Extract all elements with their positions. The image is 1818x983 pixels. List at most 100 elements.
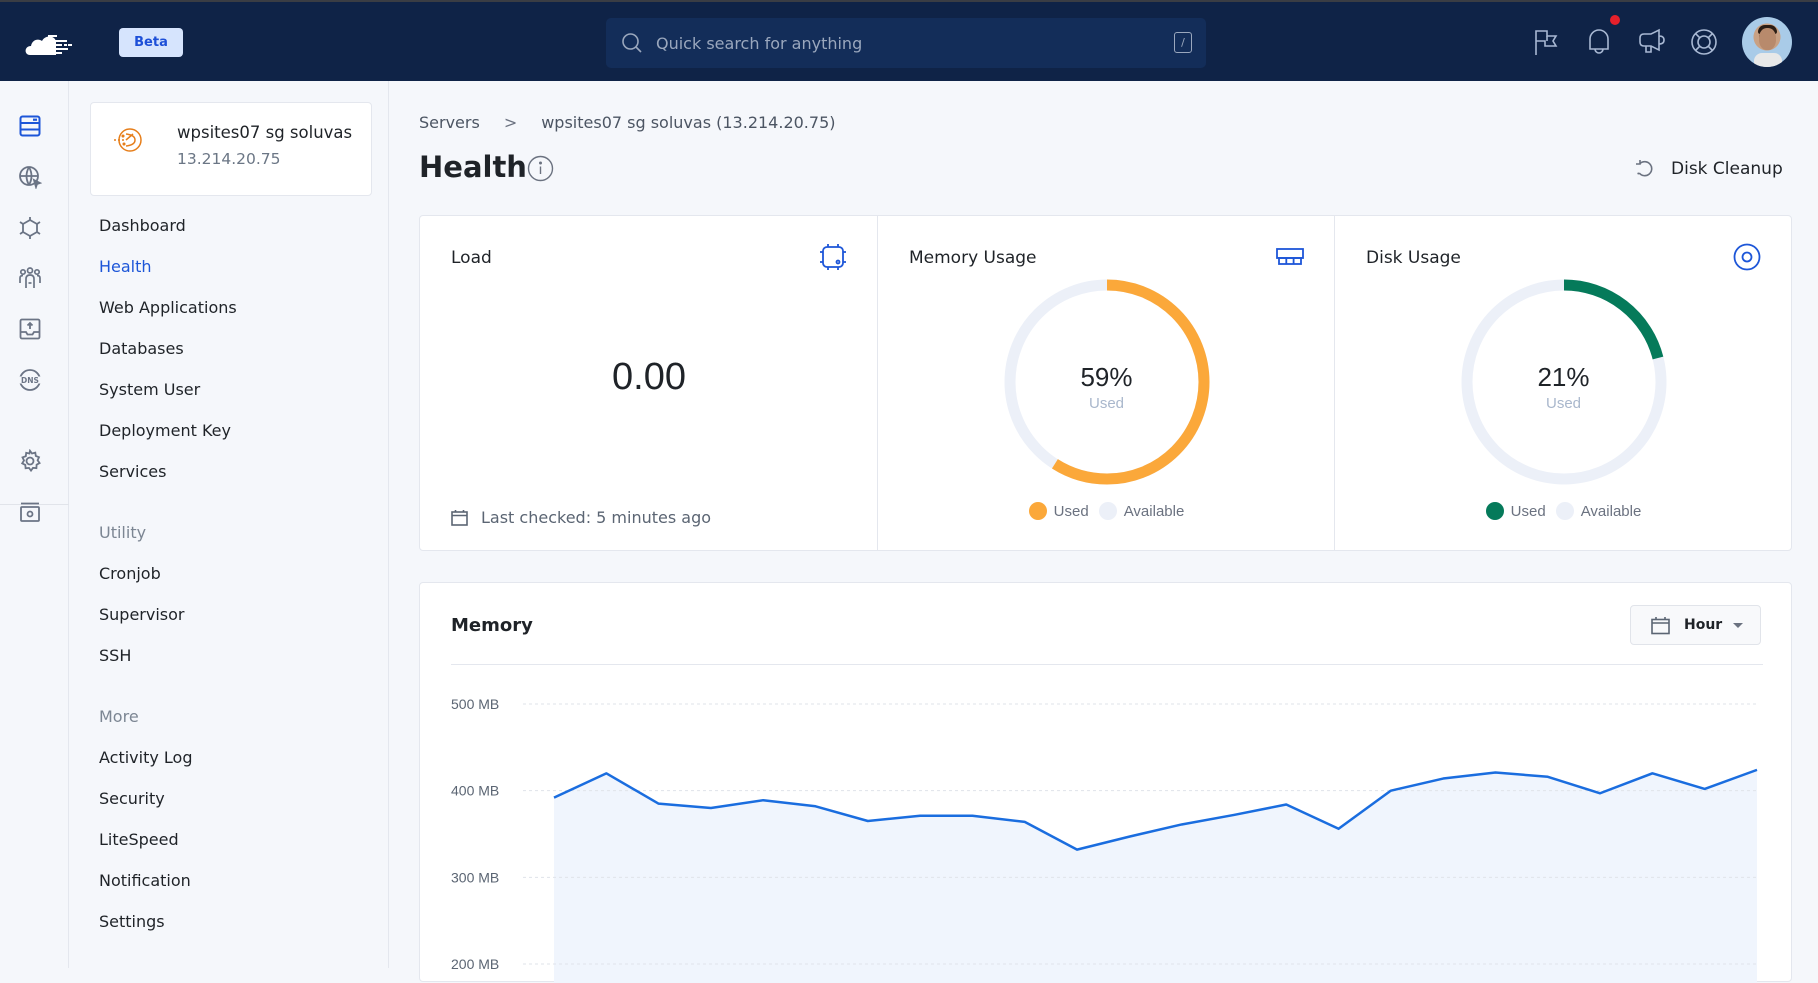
search-input[interactable] bbox=[656, 28, 1136, 58]
memory-data-point[interactable] bbox=[813, 803, 819, 809]
search-shortcut-hint: / bbox=[1174, 32, 1192, 53]
ram-icon bbox=[1276, 248, 1304, 265]
settings-icon[interactable] bbox=[18, 449, 42, 473]
page-title: Health bbox=[419, 150, 527, 184]
support-button[interactable] bbox=[1688, 26, 1720, 58]
memory-data-point[interactable] bbox=[1022, 819, 1028, 825]
dns-icon[interactable]: DNS bbox=[18, 368, 42, 392]
billing-icon[interactable] bbox=[18, 500, 42, 524]
avatar-shirt bbox=[1754, 53, 1782, 67]
nav-security[interactable]: Security bbox=[99, 789, 165, 808]
memory-data-point[interactable] bbox=[708, 805, 714, 811]
breadcrumb: Servers > wpsites07 sg soluvas (13.214.2… bbox=[419, 113, 835, 132]
quick-search[interactable]: / bbox=[606, 18, 1206, 68]
breadcrumb-separator: > bbox=[503, 113, 518, 132]
memory-data-point[interactable] bbox=[1283, 802, 1289, 808]
disk-percent: 21% bbox=[1537, 362, 1590, 392]
memory-data-point[interactable] bbox=[917, 813, 923, 819]
backup-icon[interactable] bbox=[18, 317, 42, 341]
server-card[interactable]: wpsites07 sg soluvas 13.214.20.75 bbox=[90, 102, 372, 196]
server-ip: 13.214.20.75 bbox=[177, 150, 281, 168]
user-avatar[interactable] bbox=[1742, 17, 1792, 67]
beta-badge: Beta bbox=[119, 28, 183, 57]
servers-icon[interactable] bbox=[18, 114, 42, 138]
announcements-button[interactable] bbox=[1636, 26, 1668, 58]
memory-data-point[interactable] bbox=[1074, 847, 1080, 853]
memory-data-point[interactable] bbox=[1597, 790, 1603, 796]
nav-web-applications[interactable]: Web Applications bbox=[99, 298, 237, 317]
memory-data-point[interactable] bbox=[1545, 774, 1551, 780]
nav-litespeed[interactable]: LiteSpeed bbox=[99, 830, 179, 849]
nav-ssh[interactable]: SSH bbox=[99, 646, 131, 665]
integrations-icon[interactable] bbox=[18, 216, 42, 240]
memory-chart-card: Memory Hour 500 MB 400 MB 300 MB 200 MB bbox=[419, 582, 1792, 983]
nav-group-utility: Utility bbox=[99, 523, 147, 542]
icon-rail: DNS bbox=[0, 81, 69, 968]
last-checked-text: Last checked: 5 minutes ago bbox=[481, 508, 712, 527]
memory-data-point[interactable] bbox=[1754, 767, 1760, 773]
memory-data-point[interactable] bbox=[1649, 770, 1655, 776]
megaphone-icon bbox=[1639, 28, 1665, 53]
load-panel: Load 0.00 Last checked: 5 minutes ago bbox=[420, 216, 878, 550]
disk-cleanup-label: Disk Cleanup bbox=[1671, 159, 1783, 179]
nav-dashboard[interactable]: Dashboard bbox=[99, 216, 186, 235]
svg-text:DNS: DNS bbox=[21, 376, 39, 385]
refresh-icon bbox=[1636, 160, 1653, 177]
nav-group-more: More bbox=[99, 707, 139, 726]
memory-data-point[interactable] bbox=[1231, 812, 1237, 818]
last-checked: Last checked: 5 minutes ago bbox=[451, 508, 711, 527]
top-bar: Beta / bbox=[0, 0, 1818, 81]
memory-data-point[interactable] bbox=[1492, 769, 1498, 775]
y-tick-label: 300 MB bbox=[451, 869, 499, 885]
web-app-icon[interactable] bbox=[18, 165, 42, 189]
memory-data-point[interactable] bbox=[1179, 821, 1185, 827]
memory-data-point[interactable] bbox=[603, 770, 609, 776]
nav-settings[interactable]: Settings bbox=[99, 912, 165, 931]
cloudways-logo[interactable] bbox=[24, 29, 76, 57]
nav-deployment-key[interactable]: Deployment Key bbox=[99, 421, 231, 440]
notifications-button[interactable] bbox=[1583, 26, 1615, 58]
disk-usage-title: Disk Usage bbox=[1366, 248, 1461, 268]
nav-health[interactable]: Health bbox=[99, 257, 152, 276]
info-icon[interactable] bbox=[527, 155, 554, 182]
nav-services[interactable]: Services bbox=[99, 462, 166, 481]
memory-legend: Used Available bbox=[878, 502, 1335, 520]
memory-data-point[interactable] bbox=[969, 813, 975, 819]
memory-usage-panel: Memory Usage 59% Used Used Available bbox=[878, 216, 1335, 550]
nav-notification[interactable]: Notification bbox=[99, 871, 191, 890]
nav-supervisor[interactable]: Supervisor bbox=[99, 605, 185, 624]
legend-available: Available bbox=[1098, 502, 1184, 520]
nav-activity-log[interactable]: Activity Log bbox=[99, 748, 193, 767]
memory-data-point[interactable] bbox=[1388, 788, 1394, 794]
legend-used: Used bbox=[1485, 502, 1546, 520]
memory-data-point[interactable] bbox=[760, 797, 766, 803]
nav-cronjob[interactable]: Cronjob bbox=[99, 564, 161, 583]
memory-data-point[interactable] bbox=[1440, 776, 1446, 782]
disk-legend: Used Available bbox=[1335, 502, 1792, 520]
disk-percent-label: Used bbox=[1545, 395, 1582, 412]
y-tick-label: 200 MB bbox=[451, 956, 499, 972]
cpu-icon bbox=[820, 244, 846, 270]
memory-usage-title: Memory Usage bbox=[909, 248, 1037, 268]
nav-system-user[interactable]: System User bbox=[99, 380, 200, 399]
memory-data-point[interactable] bbox=[1126, 834, 1132, 840]
legend-available-swatch bbox=[1098, 502, 1117, 520]
legend-used-swatch bbox=[1028, 502, 1047, 520]
memory-data-point[interactable] bbox=[1702, 786, 1708, 792]
breadcrumb-servers[interactable]: Servers bbox=[419, 113, 480, 132]
disk-cleanup-button[interactable]: Disk Cleanup bbox=[1635, 156, 1783, 182]
memory-data-point[interactable] bbox=[551, 795, 557, 801]
memory-percent-label: Used bbox=[1088, 395, 1125, 412]
nav-databases[interactable]: Databases bbox=[99, 339, 184, 358]
team-icon[interactable] bbox=[18, 266, 42, 290]
y-tick-label: 400 MB bbox=[451, 783, 499, 799]
flag-button[interactable] bbox=[1530, 26, 1562, 58]
memory-data-point[interactable] bbox=[656, 801, 662, 807]
memory-data-point[interactable] bbox=[1336, 826, 1342, 832]
breadcrumb-current: wpsites07 sg soluvas (13.214.20.75) bbox=[541, 113, 836, 132]
memory-data-point[interactable] bbox=[865, 818, 871, 824]
legend-used-label: Used bbox=[1510, 502, 1546, 520]
legend-available-label: Available bbox=[1580, 502, 1642, 520]
disk-icon bbox=[1733, 243, 1761, 271]
memory-line-chart: 500 MB 400 MB 300 MB 200 MB bbox=[451, 696, 1760, 983]
